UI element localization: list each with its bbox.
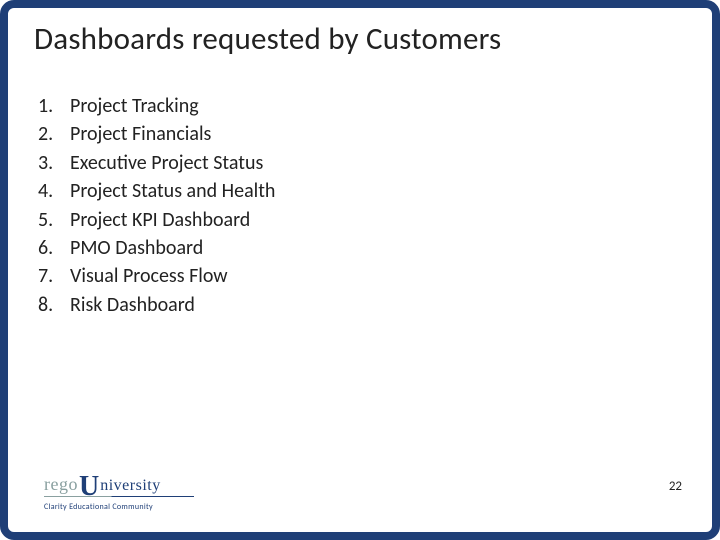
logo-u-text: U: [79, 476, 99, 498]
list-number: 1.: [38, 92, 68, 120]
list-item: 4. Project Status and Health: [38, 177, 672, 205]
list-number: 7.: [38, 262, 68, 290]
list-label: Risk Dashboard: [68, 291, 195, 319]
list-number: 3.: [38, 149, 68, 177]
slide-title: Dashboards requested by Customers: [34, 20, 686, 58]
list-item: 1. Project Tracking: [38, 92, 672, 120]
list-label: Executive Project Status: [68, 149, 263, 177]
list-label: Project KPI Dashboard: [68, 206, 250, 234]
list-item: 7. Visual Process Flow: [38, 262, 672, 290]
list-item: 2. Project Financials: [38, 120, 672, 148]
dashboard-list: 1. Project Tracking 2. Project Financial…: [38, 92, 672, 319]
logo-tagline: Clarity Educational Community: [44, 502, 194, 512]
list-label: Visual Process Flow: [68, 262, 228, 290]
list-item: 6. PMO Dashboard: [38, 234, 672, 262]
logo-underline: [44, 496, 194, 498]
list-item: 3. Executive Project Status: [38, 149, 672, 177]
list-number: 2.: [38, 120, 68, 148]
list-number: 6.: [38, 234, 68, 262]
list-label: Project Status and Health: [68, 177, 275, 205]
list-label: Project Tracking: [68, 92, 199, 120]
logo-niversity-text: niversity: [100, 477, 161, 495]
list-number: 8.: [38, 291, 68, 319]
page-number: 22: [669, 479, 682, 494]
slide: Dashboards requested by Customers 1. Pro…: [0, 0, 720, 540]
list-label: PMO Dashboard: [68, 234, 203, 262]
logo-rego-text: rego: [44, 474, 78, 495]
logo-text: rego U niversity: [44, 474, 194, 495]
list-number: 5.: [38, 206, 68, 234]
list-item: 8. Risk Dashboard: [38, 291, 672, 319]
footer-logo: rego U niversity Clarity Educational Com…: [44, 474, 194, 512]
list-item: 5. Project KPI Dashboard: [38, 206, 672, 234]
list-label: Project Financials: [68, 120, 211, 148]
list-number: 4.: [38, 177, 68, 205]
